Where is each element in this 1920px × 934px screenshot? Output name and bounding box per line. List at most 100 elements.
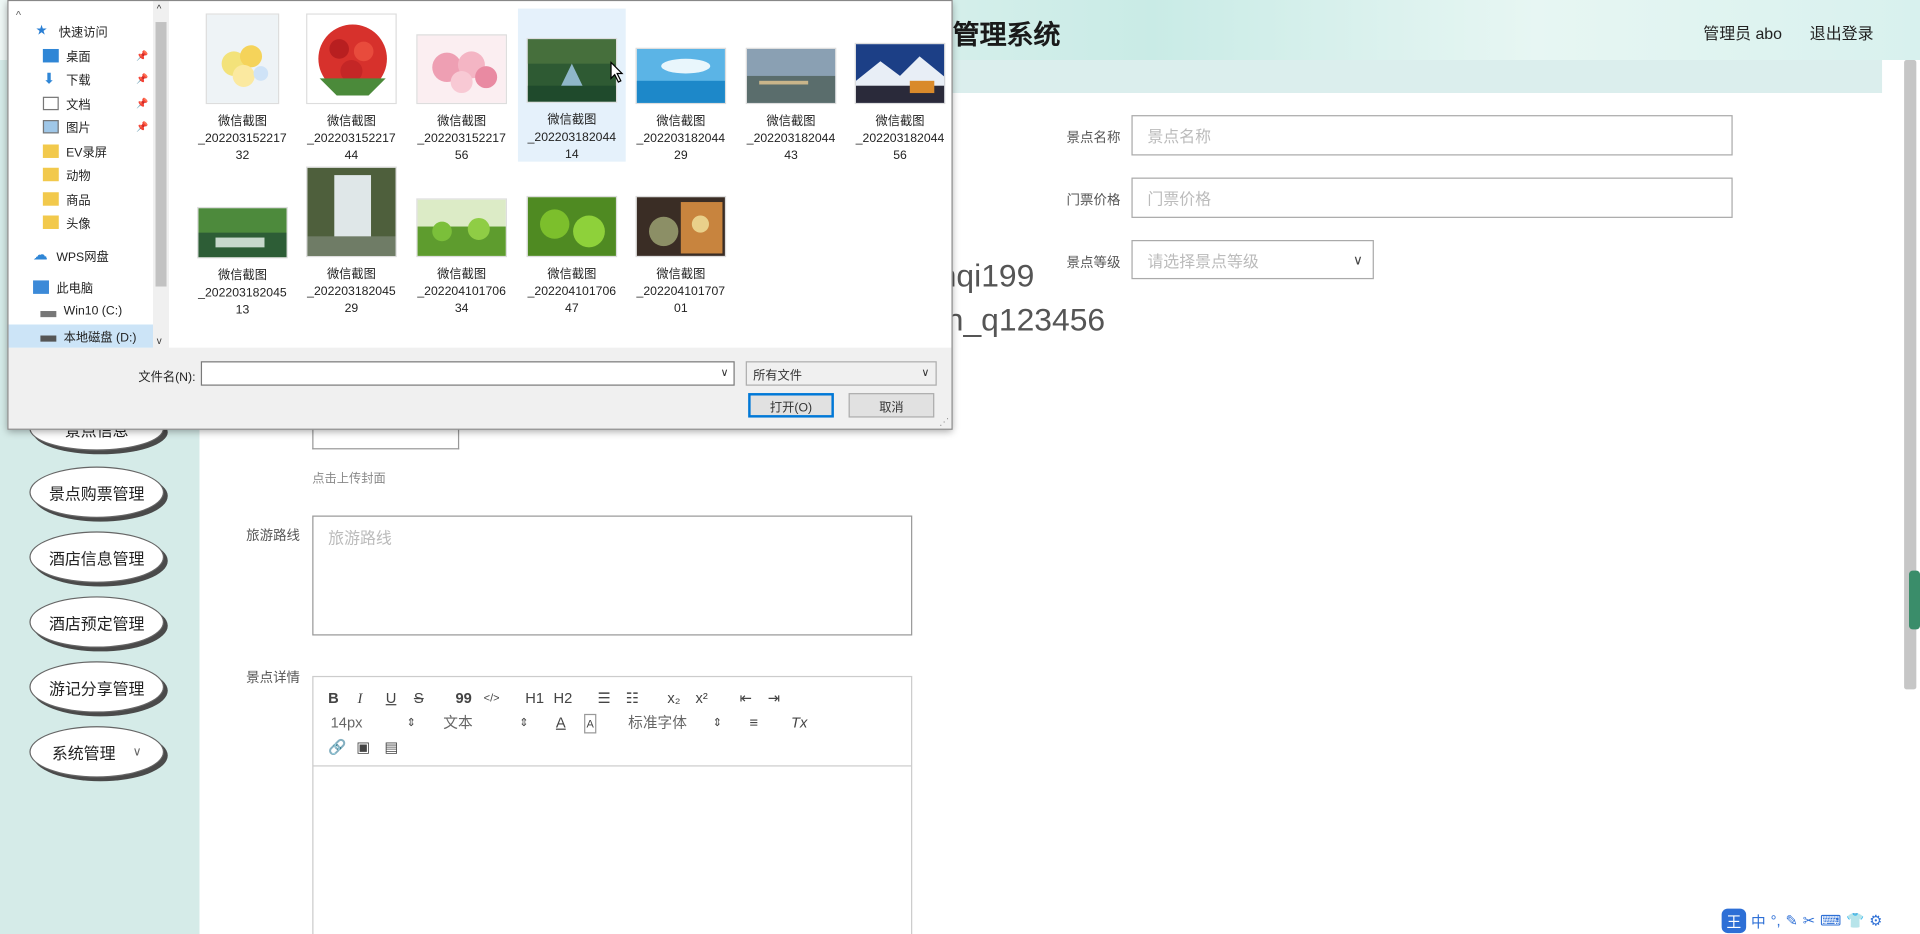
- nav-folder-avatar[interactable]: 头像: [9, 211, 153, 234]
- nav-folder-ev[interactable]: EV录屏: [9, 140, 153, 163]
- nav-desktop[interactable]: 桌面 📌: [9, 44, 153, 67]
- skin-icon[interactable]: 👕: [1846, 912, 1864, 929]
- font-size-select[interactable]: 14px: [331, 714, 363, 731]
- open-button[interactable]: 打开(O): [748, 393, 834, 418]
- file-name-l2: _202204101706: [417, 285, 506, 299]
- quote-icon[interactable]: 99: [456, 689, 472, 706]
- chevron-up-icon[interactable]: ^: [157, 4, 162, 15]
- filename-input[interactable]: ∨: [200, 361, 735, 386]
- keyboard-icon[interactable]: ⌨: [1820, 912, 1841, 929]
- filetype-select[interactable]: 所有文件 ∨: [745, 361, 937, 386]
- cancel-button[interactable]: 取消: [848, 393, 935, 418]
- document-icon: [42, 96, 59, 111]
- pen-icon[interactable]: ✎: [1786, 912, 1798, 929]
- file-item[interactable]: 微信截图 _202203182044 43: [737, 13, 845, 165]
- sidebar-item-system[interactable]: 系统管理 ∨: [29, 726, 165, 778]
- indent-icon[interactable]: ⇥: [768, 689, 780, 706]
- nav-documents[interactable]: 文档 📌: [9, 92, 153, 115]
- clear-format-icon[interactable]: Tx: [791, 714, 807, 731]
- resize-grip-icon[interactable]: ⋰: [939, 416, 949, 427]
- image-icon[interactable]: ▣: [356, 738, 370, 755]
- font-family-select[interactable]: 标准字体: [628, 714, 687, 731]
- chevron-down-icon[interactable]: v: [157, 336, 162, 347]
- rich-text-editor[interactable]: B I U S 99 </> H1 H2 ☰ ☷ x₂ x² ⇤ ⇥ 14px …: [312, 675, 913, 934]
- punctuation-icon[interactable]: °,: [1771, 912, 1781, 929]
- file-thumbnail: [416, 34, 509, 106]
- admin-user[interactable]: 管理员 abo: [1703, 21, 1782, 44]
- nav-scrollbar[interactable]: ^ v: [153, 1, 169, 348]
- underline-icon[interactable]: U: [386, 689, 397, 706]
- file-name-l1: 微信截图: [437, 268, 487, 282]
- heading1-icon[interactable]: H1: [525, 689, 544, 706]
- text-color-icon[interactable]: A: [556, 714, 566, 731]
- file-name-l2: _202203182044: [855, 132, 945, 146]
- side-tool-handle[interactable]: [1908, 570, 1920, 630]
- file-name-l1: 微信截图: [217, 269, 267, 283]
- subscript-icon[interactable]: x₂: [667, 689, 680, 706]
- nav-folder-animals[interactable]: 动物: [9, 163, 153, 186]
- level-label: 景点等级: [1066, 255, 1121, 271]
- route-textarea[interactable]: 旅游路线: [312, 515, 913, 636]
- level-select[interactable]: 请选择景点等级 ∨: [1131, 240, 1374, 280]
- logout-link[interactable]: 退出登录: [1810, 21, 1874, 44]
- name-input[interactable]: 景点名称: [1131, 115, 1733, 156]
- nav-this-pc[interactable]: 此电脑: [9, 276, 153, 299]
- file-item[interactable]: 微信截图 _202203152217 56: [408, 13, 516, 165]
- file-item[interactable]: 微信截图 _202203182045 29: [298, 166, 406, 319]
- file-name-l1: 微信截图: [217, 115, 267, 129]
- sidebar-item-hotel-booking[interactable]: 酒店预定管理: [29, 596, 165, 648]
- file-item[interactable]: 微信截图 _202203152217 32: [189, 13, 297, 165]
- superscript-icon[interactable]: x²: [696, 689, 708, 706]
- ime-logo-icon[interactable]: 王: [1721, 908, 1747, 934]
- file-item[interactable]: 微信截图 _202204101707 01: [627, 167, 735, 319]
- outdent-icon[interactable]: ⇤: [740, 689, 752, 706]
- bold-icon[interactable]: B: [328, 689, 339, 706]
- text-type-select[interactable]: 文本: [443, 714, 472, 731]
- star-icon: ★: [35, 23, 48, 38]
- file-item[interactable]: 微信截图 _202203182045 13: [189, 167, 297, 320]
- file-item-selected[interactable]: 微信截图 _202203182044 14: [517, 8, 626, 162]
- price-input[interactable]: 门票价格: [1131, 177, 1733, 218]
- video-icon[interactable]: ▤: [384, 738, 398, 755]
- file-item[interactable]: 微信截图 _202203152217 44: [298, 13, 406, 165]
- file-item[interactable]: 微信截图 _202204101706 34: [408, 167, 516, 319]
- drive-icon: [40, 334, 57, 342]
- file-name-l2: _202203182045: [307, 285, 396, 299]
- heading2-icon[interactable]: H2: [553, 689, 572, 706]
- bullet-list-icon[interactable]: ☷: [626, 689, 639, 706]
- chevron-updown-icon: ⇕: [712, 716, 722, 729]
- folder-icon: [42, 192, 59, 206]
- nav-drive-d[interactable]: 本地磁盘 (D:): [8, 324, 154, 348]
- link-icon[interactable]: 🔗: [328, 738, 346, 755]
- code-icon[interactable]: </>: [484, 689, 500, 706]
- ordered-list-icon[interactable]: ☰: [598, 689, 611, 706]
- nav-pictures[interactable]: 图片 📌: [9, 115, 153, 138]
- align-icon[interactable]: ≡: [749, 714, 758, 731]
- file-name: 微信截图 _202203182045 29: [298, 267, 406, 318]
- strike-icon[interactable]: S: [414, 689, 424, 706]
- nav-quick-access[interactable]: ★ 快速访问: [9, 20, 153, 43]
- chevron-down-icon[interactable]: ∨: [721, 366, 729, 379]
- file-thumbnail: [205, 13, 281, 106]
- ime-mode[interactable]: 中: [1751, 910, 1766, 931]
- file-item[interactable]: 微信截图 _202204101706 47: [518, 167, 626, 319]
- nav-wps-cloud[interactable]: ☁ WPS网盘: [9, 244, 153, 267]
- file-item[interactable]: 微信截图 _202203182044 56: [846, 13, 954, 165]
- nav-drive-c[interactable]: Win10 (C:): [9, 300, 153, 323]
- settings-icon[interactable]: ⚙: [1869, 912, 1882, 929]
- file-name: 微信截图 _202203182044 43: [737, 114, 845, 165]
- file-open-dialog: ^ ★ 快速访问 桌面 📌 ⬇ 下载 📌 文档 📌 图片 📌 EV录屏 动物 商品 头像 ☁…: [7, 0, 954, 430]
- bg-color-icon[interactable]: A: [584, 713, 597, 734]
- scissors-icon[interactable]: ✂: [1803, 912, 1815, 929]
- cloud-icon: ☁: [33, 246, 48, 264]
- file-item[interactable]: 微信截图 _202203182044 29: [627, 13, 735, 165]
- nav-downloads[interactable]: ⬇ 下载 📌: [9, 67, 153, 90]
- italic-icon[interactable]: I: [358, 689, 363, 706]
- computer-icon: [33, 280, 49, 294]
- nav-scroll-thumb[interactable]: [155, 22, 167, 287]
- nav-folder-goods[interactable]: 商品: [9, 187, 153, 210]
- sidebar-item-ticket[interactable]: 景点购票管理: [29, 466, 165, 518]
- sidebar-item-travel-notes[interactable]: 游记分享管理: [29, 661, 165, 713]
- sidebar-item-hotel-info[interactable]: 酒店信息管理: [29, 531, 165, 583]
- file-name-l3: 14: [565, 148, 579, 162]
